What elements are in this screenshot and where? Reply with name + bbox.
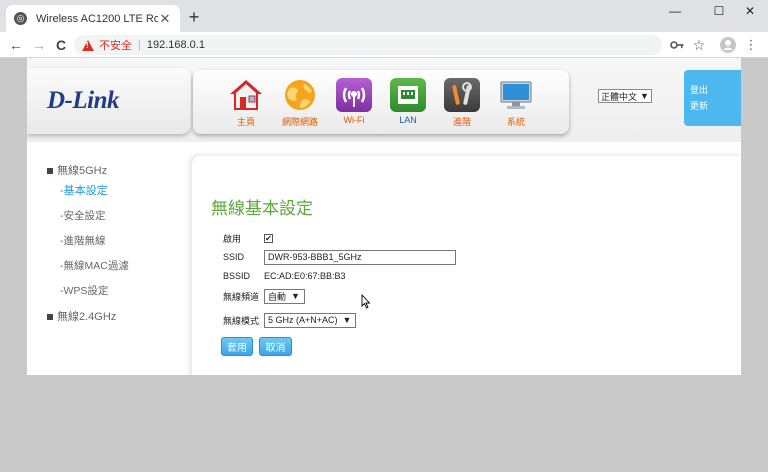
bssid-label: BSSID [223,271,251,281]
menu-label-advanced: 進階 [452,117,471,127]
mouse-cursor-icon [361,294,371,309]
menu-item-system[interactable]: 系統 [491,78,541,128]
sidebar-item-basic[interactable]: -基本設定 [47,183,197,208]
new-tab-button[interactable]: + [186,8,202,26]
chevron-down-icon: ▼ [291,291,300,301]
browser-tab[interactable]: ◎ Wireless AC1200 LTE Router ✕ [6,5,180,32]
globe-favicon-icon: ◎ [14,12,27,25]
globe-icon [282,78,318,112]
tab-title: Wireless AC1200 LTE Router [36,12,158,25]
profile-avatar-icon[interactable] [719,36,737,54]
minimize-button[interactable]: — [653,0,697,22]
tools-icon [444,78,480,112]
enable-checkbox[interactable]: ✔ [264,233,273,243]
square-bullet-icon [47,168,53,175]
logo-box: D-Link [27,68,191,134]
menu-item-lan[interactable]: LAN [383,78,433,125]
menu-label-system: 系統 [506,117,525,127]
ssid-input[interactable]: DWR-953-BBB1_5GHz [264,249,456,265]
lan-icon [390,78,426,112]
sidebar-item-advanced-wireless[interactable]: -進階無線 [47,233,197,258]
ssid-row: SSID DWR-953-BBB1_5GHz [223,248,456,266]
channel-value: 自動 [268,291,287,302]
key-icon[interactable] [668,36,686,54]
home-icon [228,78,264,112]
sidebar-item-wps[interactable]: -WPS設定 [47,283,197,308]
browser-toolbar: ← → C 不安全 | 192.168.0.1 ☆ ⋮ [0,32,768,58]
menu-item-internet[interactable]: 網際網路 [275,78,325,128]
menu-label-internet: 網際網路 [281,117,318,127]
window-close-button[interactable]: ✕ [728,0,768,22]
browser-tab-bar: ◎ Wireless AC1200 LTE Router ✕ + — ☐ ✕ [0,0,768,32]
chevron-down-icon: ▼ [342,315,352,325]
sidebar-section-24ghz[interactable]: 無線2.4GHz [47,308,197,324]
apply-button[interactable]: 套用 [221,337,253,356]
language-value: 正體中文 [601,91,638,102]
channel-row: 無線頻道 自動 ▼ [223,287,305,305]
address-separator: | [138,39,141,51]
channel-select[interactable]: 自動 ▼ [264,288,305,304]
sidebar-section-5ghz[interactable]: 無線5GHz [47,162,197,178]
sidebar-item-security[interactable]: -安全設定 [47,208,197,233]
logout-link[interactable]: 登出 [690,82,741,98]
chevron-down-icon: ▼ [640,91,649,101]
reload-button[interactable]: C [51,35,71,55]
mode-label: 無線模式 [223,315,260,326]
warning-icon [82,39,94,51]
bssid-row: BSSID EC:AD:E0:67:BB:B3 [223,267,346,285]
monitor-icon [498,78,534,112]
language-select[interactable]: 正體中文 ▼ [598,89,652,103]
menu-item-advanced[interactable]: 進階 [437,78,487,128]
menu-item-home[interactable]: 主頁 [221,78,271,128]
tab-close-icon[interactable]: ✕ [158,11,172,27]
sidebar: 無線5GHz -基本設定 -安全設定 -進階無線 -無線MAC過濾 -WPS設定… [47,162,197,324]
square-bullet-icon [47,314,53,321]
menu-label-lan: LAN [399,115,417,125]
enable-row: 啟用 ✔ [223,229,273,247]
page-title: 無線基本設定 [211,199,313,219]
dlink-logo: D-Link [47,87,120,114]
menu-label-wifi: Wi-Fi [343,115,365,125]
menu-item-wifi[interactable]: Wi-Fi [329,78,379,125]
sidebar-item-mac-filter[interactable]: -無線MAC過濾 [47,258,197,283]
enable-label: 啟用 [223,233,242,244]
address-bar[interactable]: 不安全 | 192.168.0.1 [74,35,662,55]
router-page: D-Link 主頁 網際網路 Wi-Fi LAN 進階 系統 正體中文 ▼ 登出… [27,58,741,375]
url-text[interactable]: 192.168.0.1 [147,39,205,51]
update-link[interactable]: 更新 [690,98,741,114]
cancel-button[interactable]: 取消 [259,337,292,356]
menu-kebab-icon[interactable]: ⋮ [742,36,760,54]
content-panel: 無線基本設定 啟用 ✔ SSID DWR-953-BBB1_5GHz BSSID… [192,156,741,375]
ssid-label: SSID [223,252,245,262]
main-menu: 主頁 網際網路 Wi-Fi LAN 進階 系統 [193,70,569,134]
account-box: 登出 更新 [684,70,741,126]
menu-label-home: 主頁 [236,117,255,127]
back-button[interactable]: ← [6,35,26,55]
bookmark-star-icon[interactable]: ☆ [690,36,708,54]
mode-select[interactable]: 5 GHz (A+N+AC) ▼ [264,312,357,328]
security-label[interactable]: 不安全 [99,37,132,53]
channel-label: 無線頻道 [223,291,260,302]
mode-value: 5 GHz (A+N+AC) [268,315,338,325]
bssid-value: EC:AD:E0:67:BB:B3 [264,271,346,281]
forward-button[interactable]: → [29,35,49,55]
mode-row: 無線模式 5 GHz (A+N+AC) ▼ [223,311,357,329]
wifi-icon [336,78,372,112]
